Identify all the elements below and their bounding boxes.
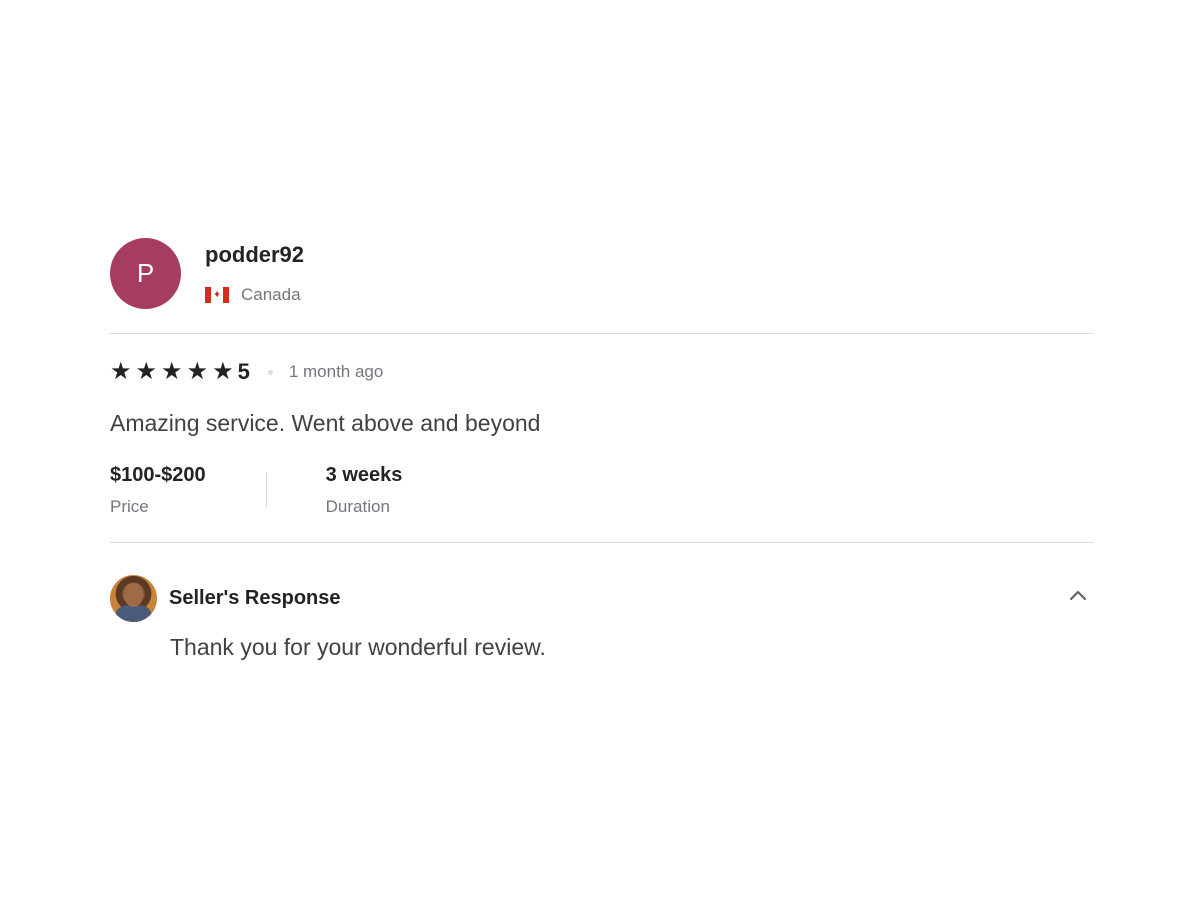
reviewer-avatar[interactable]: P <box>110 238 181 309</box>
seller-response-header: Seller's Response <box>110 575 1094 622</box>
star-icon: ★ <box>110 358 132 385</box>
chevron-up-icon[interactable] <box>1068 585 1088 605</box>
canada-flag-icon: ♦ <box>205 287 229 303</box>
divider <box>110 542 1094 543</box>
star-rating: ★ ★ ★ ★ ★ <box>110 360 238 384</box>
review-time: 1 month ago <box>288 362 384 381</box>
rating-score: 5 <box>237 359 250 384</box>
price-label: Price <box>110 497 149 516</box>
price-value: $100-$200 <box>110 464 206 486</box>
divider <box>110 333 1094 334</box>
country-name: Canada <box>241 285 301 304</box>
reviewer-country: ♦ Canada <box>205 285 304 305</box>
review-text: Amazing service. Went above and beyond <box>110 410 541 436</box>
review-meta: $100-$200 Price 3 weeks Duration <box>110 464 1094 516</box>
duration-value: 3 weeks <box>325 464 403 486</box>
separator-dot <box>267 369 273 375</box>
duration-info: 3 weeks Duration <box>325 464 403 516</box>
seller-response-text: Thank you for your wonderful review. <box>170 634 546 660</box>
star-icon: ★ <box>135 358 158 385</box>
seller-response-title: Seller's Response <box>169 587 341 609</box>
reviewer-info: podder92 ♦ Canada <box>205 238 304 305</box>
seller-avatar <box>110 575 157 622</box>
rating-row: ★ ★ ★ ★ ★ 5 1 month ago <box>110 358 1094 386</box>
reviewer-header: P podder92 ♦ Canada <box>110 238 1094 333</box>
price-info: $100-$200 Price <box>110 464 206 516</box>
duration-label: Duration <box>325 497 390 516</box>
star-icon: ★ <box>186 358 209 385</box>
meta-separator <box>265 472 267 508</box>
star-icon: ★ <box>161 358 183 385</box>
reviewer-username[interactable]: podder92 <box>205 242 304 268</box>
review-card: P podder92 ♦ Canada ★ ★ ★ ★ ★ 5 1 month ago … <box>110 238 1094 661</box>
star-icon: ★ <box>212 358 234 385</box>
